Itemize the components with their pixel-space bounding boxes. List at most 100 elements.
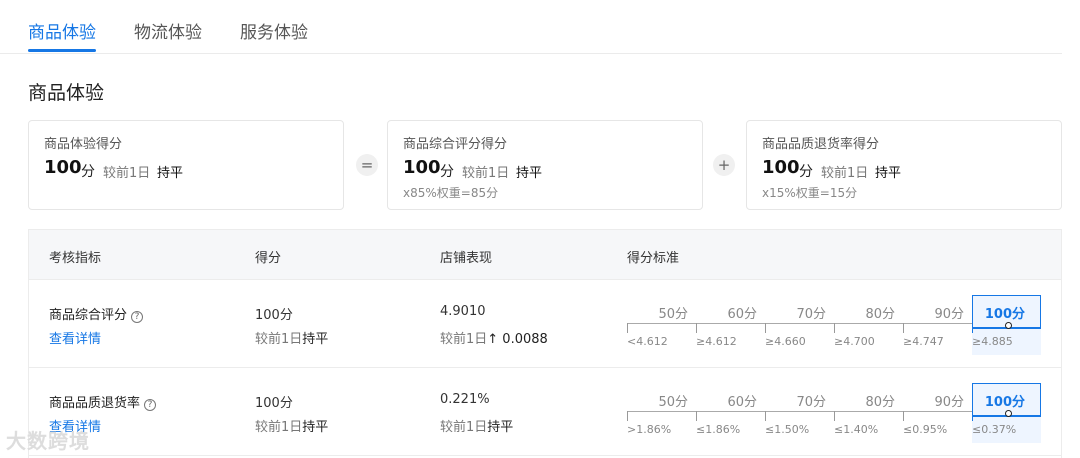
step-threshold: ≥4.612 xyxy=(696,335,737,348)
watermark-logo: 大数跨境 xyxy=(6,429,90,453)
step-tick xyxy=(903,323,904,333)
current-position-marker xyxy=(1005,410,1012,417)
step-score: 90分 xyxy=(934,395,964,410)
row-performance: 0.221% xyxy=(440,392,490,407)
card-score: 100 xyxy=(44,157,82,178)
row-performance-compare: 较前1日↑ 0.0088 xyxy=(440,328,548,347)
help-icon[interactable]: ? xyxy=(144,399,157,411)
card-trend: 持平 xyxy=(157,166,184,181)
step-score: 80分 xyxy=(865,307,895,322)
metric-label: 商品品质退货率 xyxy=(49,396,141,411)
card-quality-return-score: 商品品质退货率得分 100 分 较前1日 持平 x15%权重=15分 xyxy=(746,120,1062,210)
header-standard: 得分标准 xyxy=(627,251,680,266)
tab-product-experience[interactable]: 商品体验 xyxy=(28,18,96,43)
table-row: 商品综合评分? 查看详情 100分 较前1日持平 4.9010 较前1日↑ 0.… xyxy=(29,280,1061,368)
step-tick xyxy=(903,411,904,421)
step-score: 70分 xyxy=(796,395,826,410)
card-label: 商品综合评分得分 xyxy=(403,137,508,152)
score-standard-scale: 50分 >1.86% 60分 ≤1.86% 70分 ≤1.50% 80分 ≤1.40% … xyxy=(627,383,1041,443)
scale-step: 70分 ≥4.660 xyxy=(765,295,834,355)
step-tick xyxy=(765,411,766,421)
tab-bar: 商品体验 物流体验 服务体验 xyxy=(0,0,1062,54)
trend-value: 持平 xyxy=(302,332,329,347)
header-performance: 店铺表现 xyxy=(440,251,493,266)
current-position-marker xyxy=(1005,322,1012,329)
card-trend: 持平 xyxy=(516,166,543,181)
row-score: 100分 xyxy=(255,396,293,411)
step-threshold: ≥4.885 xyxy=(972,335,1013,348)
step-tick xyxy=(696,411,697,421)
row-score: 100分 xyxy=(255,308,293,323)
card-trend: 持平 xyxy=(875,166,902,181)
compare-label: 较前1日 xyxy=(440,332,488,347)
scale-step: 80分 ≥4.700 xyxy=(834,295,903,355)
card-weight: x85%权重=85分 xyxy=(403,186,499,200)
step-threshold: ≤1.86% xyxy=(696,423,741,436)
equals-icon: = xyxy=(356,154,378,176)
trend-value: ↑ 0.0088 xyxy=(487,332,548,347)
step-score: 50分 xyxy=(658,395,688,410)
compare-label: 较前1日 xyxy=(440,420,488,435)
header-metric: 考核指标 xyxy=(49,251,102,266)
card-score-unit: 分 xyxy=(440,164,454,180)
step-score: 60分 xyxy=(727,395,757,410)
tab-service-experience[interactable]: 服务体验 xyxy=(240,18,308,43)
card-score-unit: 分 xyxy=(81,164,95,180)
step-tick xyxy=(834,323,835,333)
step-score: 60分 xyxy=(727,307,757,322)
scale-step: 60分 ≤1.86% xyxy=(696,383,765,443)
plus-icon: + xyxy=(713,154,735,176)
score-standard-scale: 50分 <4.612 60分 ≥4.612 70分 ≥4.660 80分 ≥4.700 … xyxy=(627,295,1041,355)
step-threshold: >1.86% xyxy=(627,423,672,436)
compare-label: 较前1日 xyxy=(255,332,303,347)
step-score: 80分 xyxy=(865,395,895,410)
step-threshold: ≤1.50% xyxy=(765,423,810,436)
table-header: 考核指标 得分 店铺表现 得分标准 xyxy=(29,230,1061,280)
row-score-compare: 较前1日持平 xyxy=(255,328,328,347)
card-product-experience-score: 商品体验得分 100 分 较前1日 持平 xyxy=(28,120,344,210)
active-tab-indicator xyxy=(28,49,96,52)
card-compare: 较前1日 xyxy=(821,166,869,181)
step-threshold: <4.612 xyxy=(627,335,668,348)
card-compare: 较前1日 xyxy=(103,166,151,181)
card-compare: 较前1日 xyxy=(462,166,510,181)
help-icon[interactable]: ? xyxy=(131,311,144,323)
metric-name: 商品品质退货率? xyxy=(49,392,157,411)
row-performance: 4.9010 xyxy=(440,304,486,319)
scale-step: 50分 <4.612 xyxy=(627,295,696,355)
card-weight: x15%权重=15分 xyxy=(762,186,858,200)
step-tick xyxy=(972,411,973,421)
step-threshold: ≤0.37% xyxy=(972,423,1017,436)
scale-step: 90分 ≥4.747 xyxy=(903,295,972,355)
step-threshold: ≤0.95% xyxy=(903,423,948,436)
step-score: 100分 xyxy=(984,307,1025,322)
step-tick xyxy=(627,323,628,333)
step-tick xyxy=(765,323,766,333)
row-performance-compare: 较前1日持平 xyxy=(440,416,513,435)
view-details-link[interactable]: 查看详情 xyxy=(49,328,101,347)
step-tick xyxy=(834,411,835,421)
metrics-table: 考核指标 得分 店铺表现 得分标准 商品综合评分? 查看详情 100分 较前1日… xyxy=(28,229,1062,458)
card-score: 100 xyxy=(403,157,441,178)
tab-logistics-experience[interactable]: 物流体验 xyxy=(134,18,202,43)
metric-label: 商品综合评分 xyxy=(49,308,128,323)
row-score-compare: 较前1日持平 xyxy=(255,416,328,435)
trend-value: 持平 xyxy=(302,420,329,435)
scale-step: 90分 ≤0.95% xyxy=(903,383,972,443)
step-threshold: ≥4.747 xyxy=(903,335,944,348)
card-overall-rating-score: 商品综合评分得分 100 分 较前1日 持平 x85%权重=85分 xyxy=(387,120,703,210)
metric-name: 商品综合评分? xyxy=(49,304,144,323)
step-tick xyxy=(627,411,628,421)
step-score: 100分 xyxy=(984,395,1025,410)
compare-label: 较前1日 xyxy=(255,420,303,435)
step-threshold: ≥4.660 xyxy=(765,335,806,348)
card-label: 商品品质退货率得分 xyxy=(762,137,880,152)
step-tick xyxy=(696,323,697,333)
step-score: 90分 xyxy=(934,307,964,322)
card-label: 商品体验得分 xyxy=(44,137,123,152)
step-tick xyxy=(972,323,973,333)
scale-step: 60分 ≥4.612 xyxy=(696,295,765,355)
card-score-unit: 分 xyxy=(799,164,813,180)
step-score: 70分 xyxy=(796,307,826,322)
step-score: 50分 xyxy=(658,307,688,322)
